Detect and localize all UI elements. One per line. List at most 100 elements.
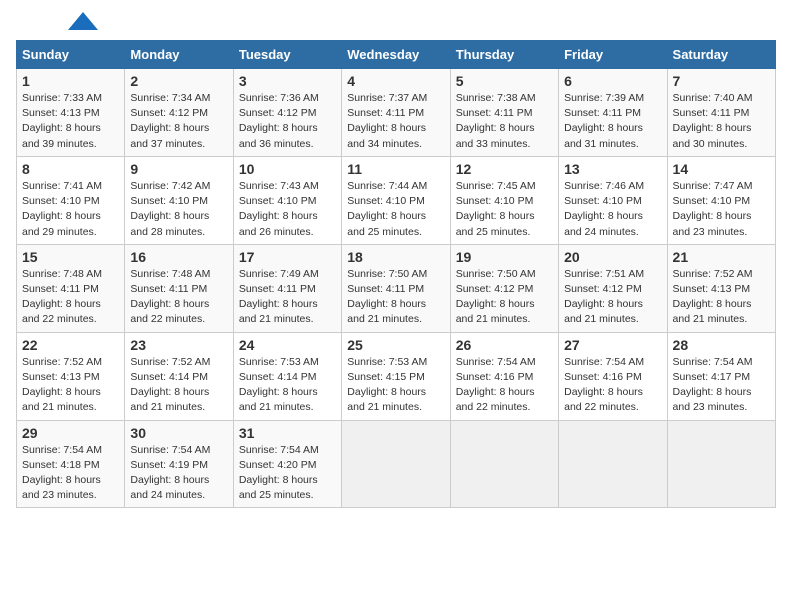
calendar-week-row: 22 Sunrise: 7:52 AMSunset: 4:13 PMDaylig… (17, 332, 776, 420)
day-number: 13 (564, 161, 661, 177)
calendar-cell: 7 Sunrise: 7:40 AMSunset: 4:11 PMDayligh… (667, 69, 775, 157)
day-info: Sunrise: 7:42 AMSunset: 4:10 PMDaylight:… (130, 180, 210, 238)
day-number: 21 (673, 249, 770, 265)
calendar-cell: 8 Sunrise: 7:41 AMSunset: 4:10 PMDayligh… (17, 156, 125, 244)
day-info: Sunrise: 7:39 AMSunset: 4:11 PMDaylight:… (564, 92, 644, 150)
day-info: Sunrise: 7:51 AMSunset: 4:12 PMDaylight:… (564, 268, 644, 326)
day-number: 7 (673, 73, 770, 89)
day-header-wednesday: Wednesday (342, 41, 450, 69)
day-info: Sunrise: 7:54 AMSunset: 4:18 PMDaylight:… (22, 444, 102, 502)
day-info: Sunrise: 7:47 AMSunset: 4:10 PMDaylight:… (673, 180, 753, 238)
calendar-week-row: 1 Sunrise: 7:33 AMSunset: 4:13 PMDayligh… (17, 69, 776, 157)
calendar-week-row: 8 Sunrise: 7:41 AMSunset: 4:10 PMDayligh… (17, 156, 776, 244)
calendar-cell: 19 Sunrise: 7:50 AMSunset: 4:12 PMDaylig… (450, 244, 558, 332)
day-info: Sunrise: 7:50 AMSunset: 4:11 PMDaylight:… (347, 268, 427, 326)
day-info: Sunrise: 7:48 AMSunset: 4:11 PMDaylight:… (22, 268, 102, 326)
day-info: Sunrise: 7:33 AMSunset: 4:13 PMDaylight:… (22, 92, 102, 150)
calendar-cell: 20 Sunrise: 7:51 AMSunset: 4:12 PMDaylig… (559, 244, 667, 332)
day-header-thursday: Thursday (450, 41, 558, 69)
day-number: 26 (456, 337, 553, 353)
calendar: SundayMondayTuesdayWednesdayThursdayFrid… (16, 40, 776, 508)
day-number: 10 (239, 161, 336, 177)
logo-icon (68, 12, 98, 30)
day-header-tuesday: Tuesday (233, 41, 341, 69)
calendar-cell: 24 Sunrise: 7:53 AMSunset: 4:14 PMDaylig… (233, 332, 341, 420)
day-info: Sunrise: 7:40 AMSunset: 4:11 PMDaylight:… (673, 92, 753, 150)
day-number: 18 (347, 249, 444, 265)
calendar-cell: 30 Sunrise: 7:54 AMSunset: 4:19 PMDaylig… (125, 420, 233, 508)
day-info: Sunrise: 7:54 AMSunset: 4:17 PMDaylight:… (673, 356, 753, 414)
calendar-cell: 18 Sunrise: 7:50 AMSunset: 4:11 PMDaylig… (342, 244, 450, 332)
day-number: 1 (22, 73, 119, 89)
day-number: 5 (456, 73, 553, 89)
day-info: Sunrise: 7:54 AMSunset: 4:16 PMDaylight:… (564, 356, 644, 414)
day-info: Sunrise: 7:53 AMSunset: 4:15 PMDaylight:… (347, 356, 427, 414)
calendar-week-row: 15 Sunrise: 7:48 AMSunset: 4:11 PMDaylig… (17, 244, 776, 332)
day-number: 11 (347, 161, 444, 177)
logo (16, 16, 98, 30)
calendar-cell: 1 Sunrise: 7:33 AMSunset: 4:13 PMDayligh… (17, 69, 125, 157)
day-info: Sunrise: 7:53 AMSunset: 4:14 PMDaylight:… (239, 356, 319, 414)
calendar-cell: 11 Sunrise: 7:44 AMSunset: 4:10 PMDaylig… (342, 156, 450, 244)
day-info: Sunrise: 7:43 AMSunset: 4:10 PMDaylight:… (239, 180, 319, 238)
calendar-cell: 25 Sunrise: 7:53 AMSunset: 4:15 PMDaylig… (342, 332, 450, 420)
day-info: Sunrise: 7:54 AMSunset: 4:20 PMDaylight:… (239, 444, 319, 502)
day-number: 15 (22, 249, 119, 265)
calendar-cell: 6 Sunrise: 7:39 AMSunset: 4:11 PMDayligh… (559, 69, 667, 157)
calendar-cell: 31 Sunrise: 7:54 AMSunset: 4:20 PMDaylig… (233, 420, 341, 508)
calendar-cell (450, 420, 558, 508)
day-info: Sunrise: 7:49 AMSunset: 4:11 PMDaylight:… (239, 268, 319, 326)
calendar-cell: 3 Sunrise: 7:36 AMSunset: 4:12 PMDayligh… (233, 69, 341, 157)
day-number: 3 (239, 73, 336, 89)
day-info: Sunrise: 7:44 AMSunset: 4:10 PMDaylight:… (347, 180, 427, 238)
day-number: 12 (456, 161, 553, 177)
day-number: 24 (239, 337, 336, 353)
calendar-cell: 17 Sunrise: 7:49 AMSunset: 4:11 PMDaylig… (233, 244, 341, 332)
day-number: 8 (22, 161, 119, 177)
day-number: 29 (22, 425, 119, 441)
day-number: 19 (456, 249, 553, 265)
day-number: 4 (347, 73, 444, 89)
day-info: Sunrise: 7:52 AMSunset: 4:13 PMDaylight:… (673, 268, 753, 326)
day-info: Sunrise: 7:52 AMSunset: 4:14 PMDaylight:… (130, 356, 210, 414)
day-number: 31 (239, 425, 336, 441)
calendar-cell (342, 420, 450, 508)
calendar-cell: 12 Sunrise: 7:45 AMSunset: 4:10 PMDaylig… (450, 156, 558, 244)
day-info: Sunrise: 7:52 AMSunset: 4:13 PMDaylight:… (22, 356, 102, 414)
day-header-monday: Monday (125, 41, 233, 69)
day-info: Sunrise: 7:36 AMSunset: 4:12 PMDaylight:… (239, 92, 319, 150)
calendar-cell: 2 Sunrise: 7:34 AMSunset: 4:12 PMDayligh… (125, 69, 233, 157)
calendar-cell: 21 Sunrise: 7:52 AMSunset: 4:13 PMDaylig… (667, 244, 775, 332)
day-info: Sunrise: 7:48 AMSunset: 4:11 PMDaylight:… (130, 268, 210, 326)
day-number: 22 (22, 337, 119, 353)
day-number: 28 (673, 337, 770, 353)
header (16, 16, 776, 30)
day-info: Sunrise: 7:41 AMSunset: 4:10 PMDaylight:… (22, 180, 102, 238)
calendar-cell: 10 Sunrise: 7:43 AMSunset: 4:10 PMDaylig… (233, 156, 341, 244)
day-number: 9 (130, 161, 227, 177)
day-info: Sunrise: 7:54 AMSunset: 4:16 PMDaylight:… (456, 356, 536, 414)
calendar-cell: 9 Sunrise: 7:42 AMSunset: 4:10 PMDayligh… (125, 156, 233, 244)
day-info: Sunrise: 7:50 AMSunset: 4:12 PMDaylight:… (456, 268, 536, 326)
calendar-header-row: SundayMondayTuesdayWednesdayThursdayFrid… (17, 41, 776, 69)
calendar-cell: 23 Sunrise: 7:52 AMSunset: 4:14 PMDaylig… (125, 332, 233, 420)
calendar-cell: 15 Sunrise: 7:48 AMSunset: 4:11 PMDaylig… (17, 244, 125, 332)
day-info: Sunrise: 7:46 AMSunset: 4:10 PMDaylight:… (564, 180, 644, 238)
day-number: 20 (564, 249, 661, 265)
calendar-cell: 27 Sunrise: 7:54 AMSunset: 4:16 PMDaylig… (559, 332, 667, 420)
day-info: Sunrise: 7:45 AMSunset: 4:10 PMDaylight:… (456, 180, 536, 238)
calendar-cell: 16 Sunrise: 7:48 AMSunset: 4:11 PMDaylig… (125, 244, 233, 332)
calendar-week-row: 29 Sunrise: 7:54 AMSunset: 4:18 PMDaylig… (17, 420, 776, 508)
calendar-cell (667, 420, 775, 508)
day-number: 23 (130, 337, 227, 353)
day-header-sunday: Sunday (17, 41, 125, 69)
calendar-cell: 4 Sunrise: 7:37 AMSunset: 4:11 PMDayligh… (342, 69, 450, 157)
day-header-friday: Friday (559, 41, 667, 69)
day-info: Sunrise: 7:54 AMSunset: 4:19 PMDaylight:… (130, 444, 210, 502)
day-number: 6 (564, 73, 661, 89)
calendar-cell: 13 Sunrise: 7:46 AMSunset: 4:10 PMDaylig… (559, 156, 667, 244)
day-info: Sunrise: 7:34 AMSunset: 4:12 PMDaylight:… (130, 92, 210, 150)
day-number: 30 (130, 425, 227, 441)
day-header-saturday: Saturday (667, 41, 775, 69)
day-number: 16 (130, 249, 227, 265)
